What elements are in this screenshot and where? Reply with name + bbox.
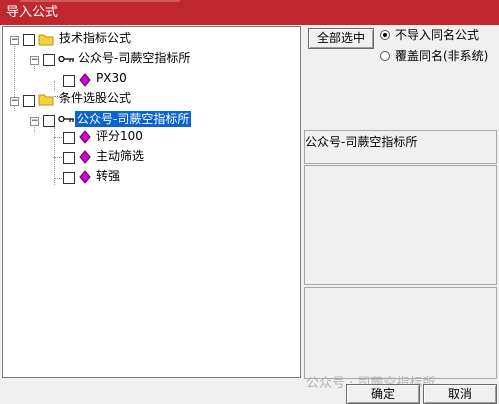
tree-line <box>54 157 62 158</box>
checkbox-formula[interactable] <box>63 152 75 164</box>
formula-icon <box>79 130 91 144</box>
formula-icon <box>79 170 91 184</box>
preview-box <box>304 287 497 379</box>
tree-line <box>54 137 62 138</box>
tree-group-label[interactable]: 条件选股公式 <box>59 90 131 106</box>
tree-formula-label[interactable]: 主动筛选 <box>96 148 144 164</box>
tree-formula-label[interactable]: 转强 <box>96 168 120 184</box>
window-title: 导入公式 <box>6 5 59 20</box>
tree-group-label[interactable]: 技术指标公式 <box>59 30 131 46</box>
folder-icon <box>38 34 54 46</box>
checkbox-source1[interactable] <box>43 54 55 66</box>
tree-source-label[interactable]: 公众号-司蕨空指标所 <box>78 50 190 66</box>
collapse-toggle-source1[interactable]: − <box>30 56 39 65</box>
skip-same-name-label[interactable]: 不导入同名公式 <box>395 27 479 43</box>
title-bar: 导入公式 <box>0 0 499 25</box>
checkbox-source2[interactable] <box>43 115 55 127</box>
select-all-button[interactable]: 全部选中 <box>308 28 374 49</box>
description-box <box>304 165 497 285</box>
collapse-toggle-group2[interactable]: − <box>10 97 19 106</box>
checkbox-formula[interactable] <box>63 75 75 87</box>
collapse-toggle-group1[interactable]: − <box>10 36 19 45</box>
key-icon <box>58 115 74 123</box>
checkbox-formula[interactable] <box>63 132 75 144</box>
tree-source-label-selected[interactable]: 公众号-司蕨空指标所 <box>75 111 192 127</box>
formula-tree[interactable]: − 技术指标公式 − 公众号-司蕨空指标所 PX30 − 条件选股公式 − 公众… <box>2 26 301 378</box>
tree-formula-label[interactable]: 评分100 <box>96 128 143 144</box>
tree-line <box>54 178 62 179</box>
checkbox-formula[interactable] <box>63 172 75 184</box>
tree-formula-label[interactable]: PX30 <box>96 70 127 86</box>
formula-icon <box>79 73 91 87</box>
tree-line <box>54 81 55 91</box>
tree-line <box>54 127 55 185</box>
overwrite-same-name-radio[interactable] <box>380 51 390 61</box>
background-window-title <box>20 0 180 2</box>
overwrite-same-name-label[interactable]: 覆盖同名(非系统) <box>395 48 488 64</box>
checkbox-group2[interactable] <box>23 95 35 107</box>
source-info-box: 公众号-司蕨空指标所 <box>304 130 497 164</box>
key-icon <box>58 55 74 63</box>
cancel-button[interactable]: 取消 <box>423 384 497 404</box>
folder-icon <box>38 94 54 106</box>
ok-button[interactable]: 确定 <box>346 384 420 404</box>
skip-same-name-radio[interactable] <box>380 30 390 40</box>
source-name-text: 公众号-司蕨空指标所 <box>305 135 418 149</box>
collapse-toggle-source2[interactable]: − <box>30 117 39 126</box>
formula-icon <box>79 150 91 164</box>
checkbox-group1[interactable] <box>23 34 35 46</box>
